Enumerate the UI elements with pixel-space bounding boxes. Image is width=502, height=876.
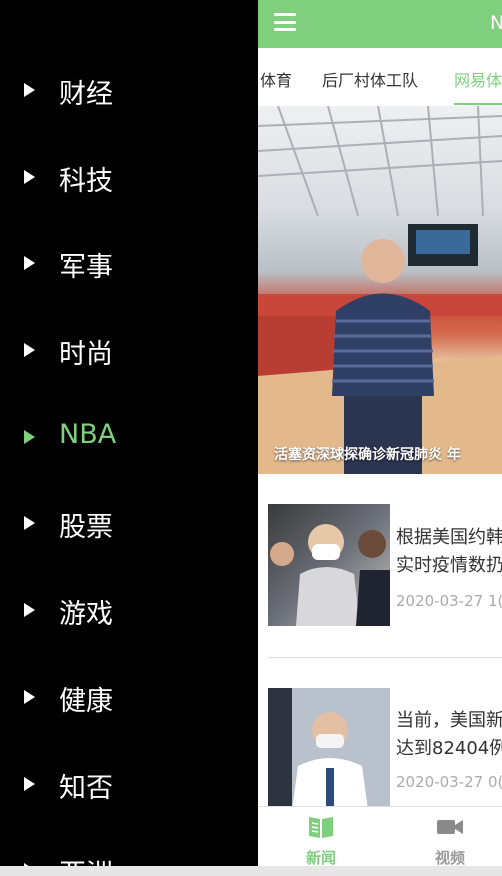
list-divider [268, 657, 502, 658]
news-thumbnail [268, 504, 390, 626]
drawer-item-label: 健康 [59, 686, 113, 717]
drawer-item-health[interactable]: 健康 [0, 665, 258, 735]
main-content: N 体育 后厂村体工队 网易体 活塞资深球探确诊新冠肺炎 年 根据美国约韩 实时… [258, 0, 502, 866]
nav-video-label: 视频 [434, 849, 465, 866]
category-tabs: 体育 后厂村体工队 网易体 [258, 48, 502, 106]
play-arrow-icon [24, 170, 35, 184]
system-navigation-bar [0, 866, 502, 876]
nav-news-label: 新闻 [305, 849, 336, 866]
drawer-item-finance[interactable]: 财经 [0, 58, 258, 128]
drawer-item-asia[interactable]: 亚洲 [0, 838, 258, 866]
play-arrow-icon [24, 343, 35, 357]
play-arrow-icon [24, 430, 35, 444]
drawer-item-label: 股票 [59, 512, 113, 543]
video-camera-icon [437, 820, 463, 834]
drawer-item-games[interactable]: 游戏 [0, 578, 258, 648]
app-title: N [490, 12, 502, 34]
hero-caption: 活塞资深球探确诊新冠肺炎 年 [274, 447, 461, 463]
play-arrow-icon [24, 83, 35, 97]
active-tab-indicator [454, 103, 502, 105]
drawer-item-fashion[interactable]: 时尚 [0, 318, 258, 388]
drawer-item-nba[interactable]: NBA [0, 405, 258, 475]
play-arrow-icon [24, 690, 35, 704]
nav-news[interactable]: 新闻 [291, 815, 351, 866]
tab-netease-sports[interactable]: 网易体 [454, 67, 502, 91]
drawer-item-zhifou[interactable]: 知否 [0, 752, 258, 822]
news-timestamp: 2020-03-27 0( [396, 773, 502, 791]
hero-photo [258, 106, 502, 474]
news-title-line: 当前，美国新 [396, 710, 502, 731]
news-item[interactable]: 当前，美国新 达到82404例 2020-03-27 0( [258, 673, 502, 823]
app-bar: N [258, 0, 502, 48]
drawer-item-label: 时尚 [59, 339, 113, 370]
play-arrow-icon [24, 256, 35, 270]
nav-video[interactable]: 视频 [420, 815, 480, 866]
drawer-item-label: 游戏 [59, 599, 113, 630]
tab-houchangcun[interactable]: 后厂村体工队 [322, 67, 418, 91]
drawer-item-label: 财经 [59, 79, 113, 110]
drawer-item-label: 军事 [59, 252, 113, 283]
drawer-item-label: 科技 [59, 166, 113, 197]
book-icon [309, 817, 333, 838]
hero-image-banner[interactable]: 活塞资深球探确诊新冠肺炎 年 [258, 106, 502, 474]
news-timestamp: 2020-03-27 1( [396, 592, 502, 610]
play-arrow-icon [24, 603, 35, 617]
drawer-item-stocks[interactable]: 股票 [0, 491, 258, 561]
drawer-item-tech[interactable]: 科技 [0, 145, 258, 215]
drawer-item-military[interactable]: 军事 [0, 231, 258, 301]
news-thumbnail [268, 688, 390, 810]
navigation-drawer: 财经 科技 军事 时尚 NBA 股票 游戏 健康 知否 亚洲 [0, 0, 258, 866]
drawer-item-label: 知否 [59, 773, 113, 804]
tab-sports[interactable]: 体育 [260, 67, 292, 91]
play-arrow-icon [24, 516, 35, 530]
news-item[interactable]: 根据美国约韩 实时疫情数扔 2020-03-27 1( [258, 490, 502, 640]
play-arrow-icon [24, 777, 35, 791]
news-title-line: 实时疫情数扔 [396, 555, 502, 576]
drawer-item-label: NBA [59, 419, 117, 450]
news-title-line: 达到82404例 [396, 738, 502, 759]
news-title-line: 根据美国约韩 [396, 527, 502, 548]
bottom-navigation: 新闻 视频 [258, 806, 502, 866]
drawer-item-label: 亚洲 [59, 852, 113, 866]
hamburger-menu-icon[interactable] [274, 13, 296, 31]
